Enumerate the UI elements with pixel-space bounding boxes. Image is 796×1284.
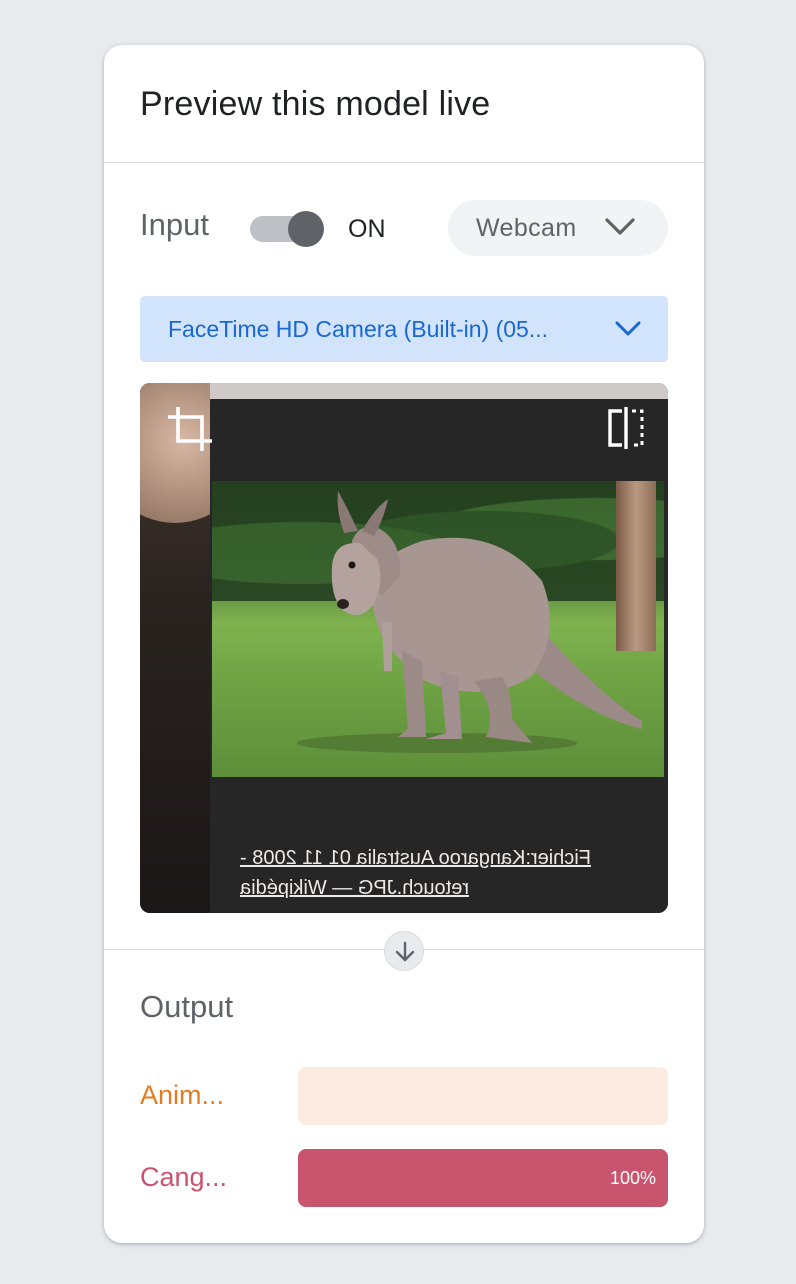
kangaroo-figure xyxy=(297,491,642,753)
kangaroo-photo xyxy=(212,481,664,777)
confidence-bar: 100% xyxy=(298,1149,668,1207)
class-name: Anim... xyxy=(140,1080,225,1110)
class-result-row: Anim... xyxy=(140,1067,668,1125)
camera-device-value: FaceTime HD Camera (Built-in) (05... xyxy=(168,316,549,342)
chevron-down-icon xyxy=(605,218,635,235)
header-divider xyxy=(104,162,704,163)
class-name: Cang... xyxy=(140,1162,228,1192)
preview-mirrored-caption: Fichier:Kangaroo Australia 01 11 2008 - … xyxy=(240,847,591,899)
toggle-knob xyxy=(288,211,324,247)
panel-title: Preview this model live xyxy=(140,85,491,123)
output-section-label: Output xyxy=(140,989,234,1024)
arrow-down-icon xyxy=(384,931,424,971)
preview-laptop-bezel xyxy=(210,383,668,399)
input-section-label: Input xyxy=(140,207,209,242)
flip-horizontal-icon[interactable] xyxy=(606,405,646,451)
chevron-down-icon xyxy=(615,321,641,336)
webcam-preview: Fichier:Kangaroo Australia 01 11 2008 - … xyxy=(140,383,668,913)
confidence-percent: 100% xyxy=(609,1168,656,1188)
crop-icon[interactable] xyxy=(166,405,214,453)
input-toggle[interactable] xyxy=(250,211,324,247)
camera-device-dropdown[interactable]: FaceTime HD Camera (Built-in) (05... xyxy=(140,296,668,362)
class-result-row: Cang... 100% xyxy=(140,1149,668,1207)
input-source-value: Webcam xyxy=(476,214,577,242)
model-preview-panel: Preview this model live Input ON Webcam … xyxy=(104,45,704,1243)
input-source-dropdown[interactable]: Webcam xyxy=(448,200,668,256)
toggle-state-label: ON xyxy=(348,215,386,243)
confidence-bar xyxy=(298,1067,668,1125)
